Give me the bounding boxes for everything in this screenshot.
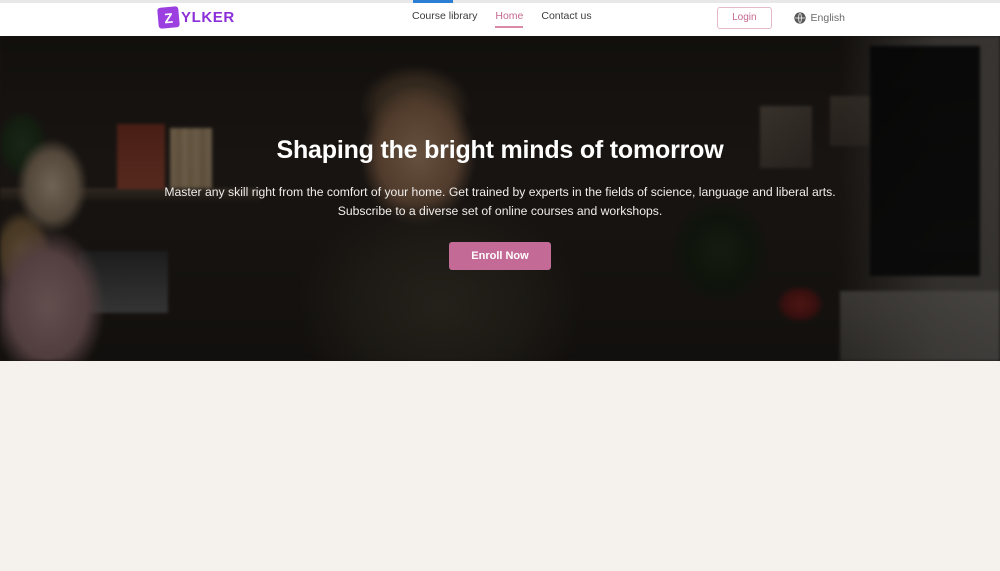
- hero-banner: Shaping the bright minds of tomorrow Mas…: [0, 36, 1000, 361]
- enroll-now-button[interactable]: Enroll Now: [449, 241, 551, 270]
- logo-wordmark: YLKER: [181, 9, 235, 26]
- language-label: English: [810, 12, 845, 24]
- globe-icon: [793, 12, 806, 24]
- login-button[interactable]: Login: [717, 7, 772, 29]
- brand-logo[interactable]: Z YLKER: [157, 6, 235, 29]
- page-loading-bar: [0, 0, 1000, 3]
- page-loading-bar-fill: [413, 0, 453, 3]
- nav-item-contact-us[interactable]: Contact us: [541, 10, 591, 26]
- logo-mark-icon: Z: [157, 6, 180, 29]
- hero-subtitle-line-2: Subscribe to a diverse set of online cou…: [337, 203, 663, 218]
- hero-subtitle-line-1: Master any skill right from the comfort …: [164, 185, 836, 199]
- hero-title: Shaping the bright minds of tomorrow: [276, 136, 724, 164]
- nav-item-course-library[interactable]: Course library: [412, 10, 477, 26]
- language-selector[interactable]: English: [793, 12, 845, 24]
- nav-item-home[interactable]: Home: [495, 10, 524, 28]
- hero-subtitle: Master any skill right from the comfort …: [164, 183, 835, 221]
- site-header: Z YLKER Course library Home Contact us L…: [0, 0, 1000, 36]
- hero-content: Shaping the bright minds of tomorrow Mas…: [0, 36, 1000, 361]
- primary-navigation: Course library Home Contact us: [412, 10, 592, 28]
- featured-courses-section: Featured Courses Course Session ← →: [0, 361, 1000, 571]
- header-actions: Login English: [717, 7, 845, 29]
